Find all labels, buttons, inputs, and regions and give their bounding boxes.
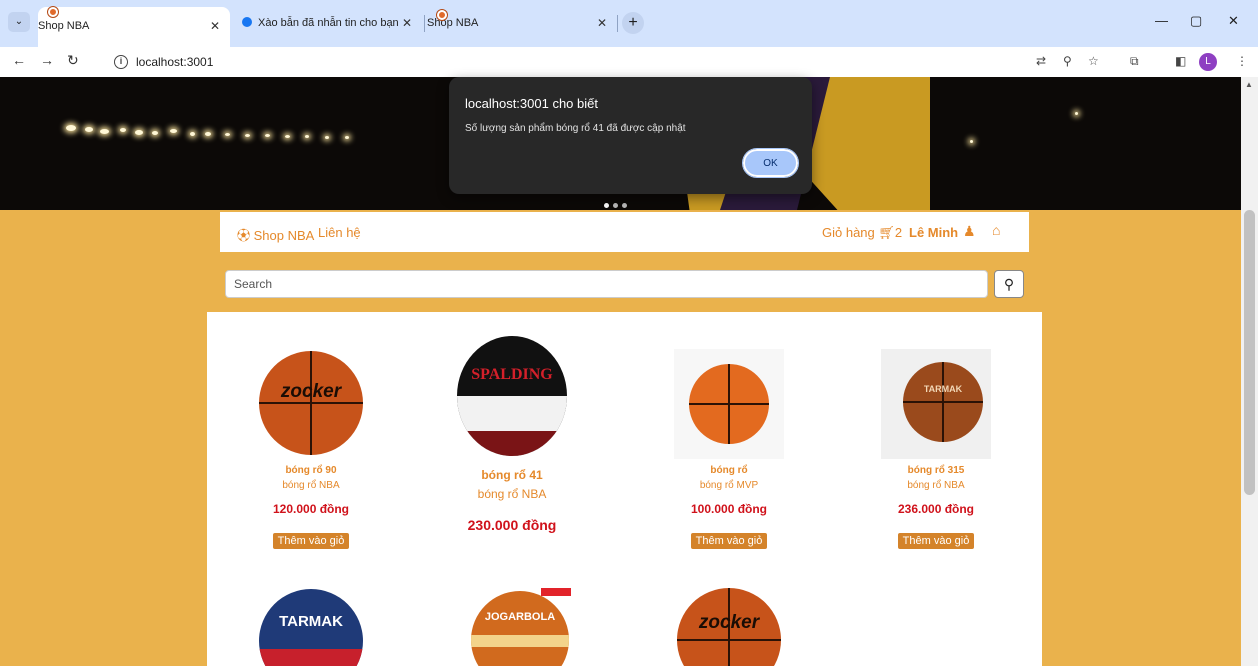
minimize-icon[interactable]: — <box>1155 13 1168 28</box>
bookmark-star-icon[interactable]: ☆ <box>1088 54 1099 68</box>
product-name[interactable]: bóng rổ 315 <box>866 465 1006 476</box>
basketball-icon: ⚽︎ <box>237 228 251 243</box>
browser-toolbar: ← → ↻ i localhost:3001 ⇄ ⚲ ☆ ⧉ ◧ L ⋮ <box>0 47 1258 77</box>
forward-arrow-icon[interactable]: → <box>40 52 54 68</box>
browser-tab-bar: ⌄ Shop NBA ✕ Xào bẫn đã nhẫn tin cho bạn… <box>0 0 1258 47</box>
basketball-favicon-icon <box>437 10 447 20</box>
product-info: bóng rổ 41 bóng rổ NBA 230.000 đồng <box>437 468 587 533</box>
product-category: bóng rổ NBA <box>282 480 340 491</box>
close-icon[interactable]: ✕ <box>597 10 607 37</box>
add-to-cart-button[interactable]: Thêm vào giỏ <box>272 533 350 549</box>
address-url: localhost:3001 <box>136 55 214 69</box>
tab-title: Shop NBA <box>38 20 90 32</box>
menu-kebab-icon[interactable]: ⋮ <box>1236 54 1248 68</box>
product-image-logo: zocker <box>280 381 342 402</box>
product-price: 236.000 đồng <box>897 502 975 516</box>
alert-title: localhost:3001 cho biết <box>465 96 598 111</box>
product-image[interactable]: TARMAK <box>903 362 983 442</box>
translate-icon[interactable]: ⇄ <box>1036 54 1046 68</box>
product-image[interactable] <box>689 364 769 444</box>
facebook-favicon-icon <box>242 17 252 28</box>
browser-tab-shop-nba-2[interactable]: Shop NBA ✕ <box>427 10 617 37</box>
product-price: 120.000 đồng <box>272 502 350 516</box>
scrollbar-thumb[interactable] <box>1244 210 1255 495</box>
restore-icon[interactable]: ▢ <box>1190 13 1202 29</box>
site-info-icon[interactable]: i <box>114 55 128 69</box>
product-name[interactable]: bóng rổ 90 <box>241 465 381 476</box>
brand-link[interactable]: ⚽︎ Shop NBA <box>237 225 314 244</box>
carousel-indicators[interactable] <box>604 195 631 210</box>
add-to-cart-button[interactable]: Thêm vào giỏ <box>897 533 975 549</box>
cart-count: 2 <box>894 225 903 240</box>
product-image-logo: TARMAK <box>923 384 963 394</box>
close-window-icon[interactable]: ✕ <box>1228 13 1239 29</box>
scroll-up-arrow-icon[interactable]: ▲ <box>1245 80 1253 89</box>
product-image-logo: SPALDING <box>471 366 553 383</box>
browser-tab-shop-nba[interactable]: Shop NBA ✕ <box>38 7 230 47</box>
product-price: 230.000 đồng <box>467 517 557 533</box>
reload-icon[interactable]: ↻ <box>67 52 79 69</box>
side-panel-icon[interactable]: ◧ <box>1175 54 1186 68</box>
product-image-logo: zocker <box>698 612 760 633</box>
new-tab-plus-icon[interactable]: + <box>622 12 644 34</box>
contact-link[interactable]: Liên hệ <box>318 225 361 240</box>
alert-message: Số lượng sản phẩm bóng rổ 41 đã được cập… <box>465 123 686 134</box>
extensions-icon[interactable]: ⧉ <box>1130 54 1139 69</box>
tab-separator <box>617 15 618 32</box>
product-info: bóng rổ 315 bóng rổ NBA 236.000 đồng Thê… <box>866 465 1006 549</box>
product-info: bóng rổ 90 bóng rổ NBA 120.000 đồng Thêm… <box>241 465 381 549</box>
product-image[interactable]: zocker <box>259 351 363 455</box>
product-image-logo: JOGARBOLA <box>484 611 556 623</box>
product-image-logo: TARMAK <box>279 613 343 630</box>
product-category: bóng rổ NBA <box>907 480 965 491</box>
add-to-cart-button[interactable]: Thêm vào giỏ <box>690 533 768 549</box>
cart-icon: 🛒︎ <box>878 225 895 240</box>
close-icon[interactable]: ✕ <box>402 10 412 37</box>
site-navbar: ⚽︎ Shop NBA Liên hệ Giỏ hàng 🛒︎2 Lê Minh… <box>220 212 1029 252</box>
search-input[interactable] <box>225 270 988 298</box>
zoom-icon[interactable]: ⚲ <box>1063 54 1072 68</box>
back-arrow-icon[interactable]: ← <box>12 52 26 68</box>
user-icon[interactable]: ♟ <box>963 223 976 240</box>
tab-separator <box>424 15 425 32</box>
address-bar[interactable]: i localhost:3001 <box>104 50 1026 74</box>
product-category: bóng rổ MVP <box>699 480 759 491</box>
product-name[interactable]: bóng rổ <box>659 465 799 476</box>
alert-dialog: localhost:3001 cho biết Số lượng sản phẩ… <box>449 77 812 194</box>
tab-search-chevron-icon[interactable]: ⌄ <box>8 12 30 32</box>
user-name-link[interactable]: Lê Minh <box>909 225 958 240</box>
alert-ok-button[interactable]: OK <box>742 148 799 178</box>
tab-title: Shop NBA <box>427 17 479 29</box>
search-button[interactable]: ⚲ <box>994 270 1024 298</box>
product-name[interactable]: bóng rổ 41 <box>437 468 587 482</box>
profile-avatar[interactable]: L <box>1199 53 1217 71</box>
cart-link[interactable]: Giỏ hàng 🛒︎2 <box>822 225 902 241</box>
close-icon[interactable]: ✕ <box>210 7 220 45</box>
logout-icon[interactable]: ⌂ <box>992 222 1000 238</box>
cart-label: Giỏ hàng <box>822 225 875 240</box>
basketball-favicon-icon <box>48 7 58 17</box>
search-icon: ⚲ <box>1003 276 1015 292</box>
tab-title: Xào bẫn đã nhẫn tin cho bạn <box>258 17 399 29</box>
product-price: 100.000 đồng <box>690 502 768 516</box>
product-badge <box>541 588 571 596</box>
brand-label: Shop NBA <box>253 228 315 243</box>
product-info: bóng rổ bóng rổ MVP 100.000 đồng Thêm và… <box>659 465 799 549</box>
browser-tab-facebook[interactable]: Xào bẫn đã nhẫn tin cho bạn ✕ <box>232 10 422 37</box>
product-image[interactable]: SPALDING <box>457 336 567 456</box>
product-category: bóng rổ NBA <box>477 487 547 501</box>
